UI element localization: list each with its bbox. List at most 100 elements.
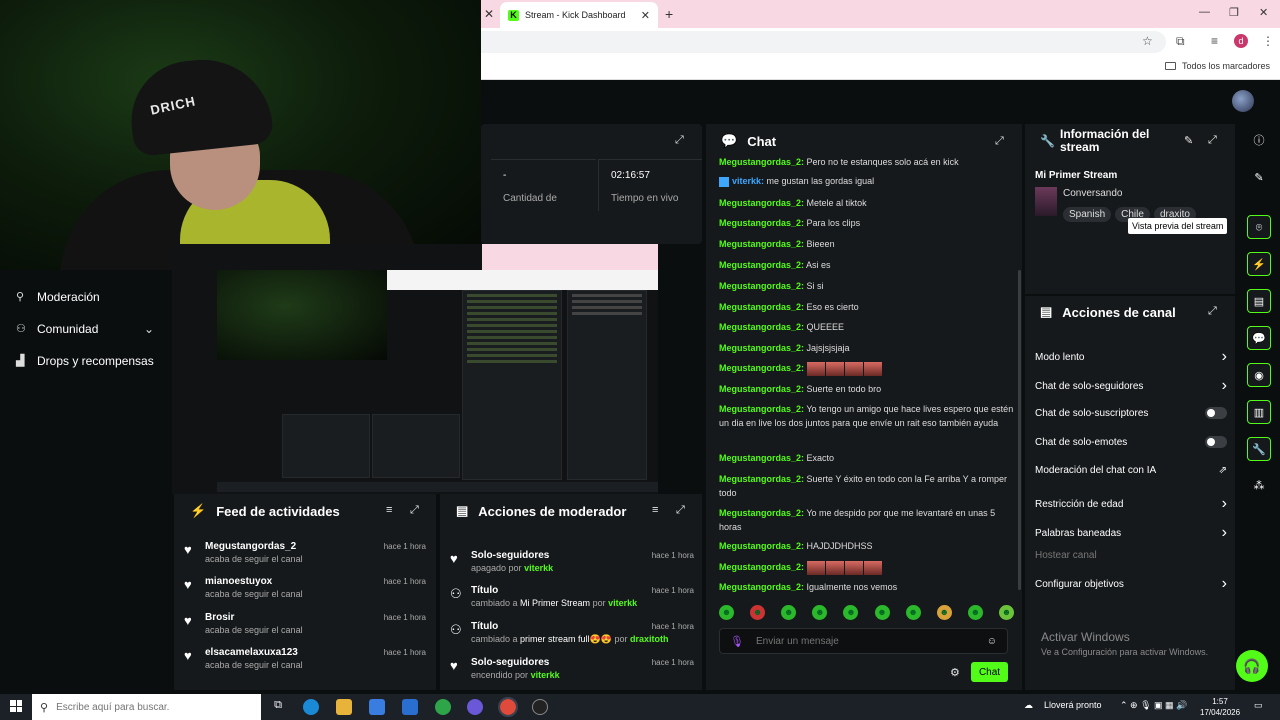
expand-icon[interactable]: ⤢ [1208,134,1217,147]
expand-icon[interactable]: ⤢ [1208,305,1217,318]
chevron-right-icon[interactable]: › [1222,524,1227,542]
mail-icon[interactable] [402,699,418,715]
emote-icon[interactable]: ☻ [905,605,921,620]
new-tab-icon[interactable]: + [665,6,673,22]
chrome-icon[interactable] [498,697,518,717]
edge-icon[interactable] [303,699,319,715]
pencil-icon[interactable]: ✎ [1184,134,1193,147]
toggle-switch[interactable] [1205,407,1227,419]
taskbar-search[interactable]: ⚲ [32,694,261,720]
channel-action-item[interactable]: Chat de solo-suscriptores [1035,407,1227,419]
avatar[interactable] [1232,90,1254,112]
expand-icon[interactable]: ⤢ [410,504,419,517]
emote-icon[interactable]: ☻ [781,605,797,620]
broadcast-icon[interactable]: ◉ [1247,363,1271,387]
chat-username[interactable]: Megustangordas_2: [719,474,804,484]
document-icon[interactable]: ▤ [1247,289,1271,313]
explorer-icon[interactable] [336,699,352,715]
chat-username[interactable]: Megustangordas_2: [719,157,804,167]
notification-icon[interactable]: ▭ [1254,700,1263,711]
extensions-icon[interactable]: ⧉ [1176,34,1185,49]
channel-action-item[interactable]: Moderación del chat con IA ⇗ [1035,465,1227,476]
expand-icon[interactable]: ⤢ [675,134,684,147]
wrench-icon[interactable]: 🔧 [1247,437,1271,461]
channel-action-item[interactable]: Chat de solo-seguidores › [1035,377,1227,395]
obs-icon[interactable] [532,699,548,715]
chat-username[interactable]: Megustangordas_2: [719,322,804,332]
chat-username[interactable]: Megustangordas_2: [719,582,804,592]
chat-username[interactable]: Megustangordas_2: [719,281,804,291]
channel-action-item[interactable]: Chat de solo-emotes [1035,436,1227,448]
windows-start-icon[interactable] [10,700,22,712]
chat-username[interactable]: viterkk: [732,176,764,186]
emote-icon[interactable]: ☻ [812,605,828,620]
channel-action-item[interactable]: Palabras baneadas › [1035,524,1227,542]
tag[interactable]: Spanish [1063,207,1112,222]
emote-icon[interactable]: ☻ [843,605,859,620]
chevron-right-icon[interactable]: › [1222,348,1227,366]
info-icon[interactable]: ⓘ [1247,129,1271,153]
modaction-user[interactable]: viterkk [608,598,637,608]
emote-icon[interactable]: ☻ [719,605,734,620]
sidebar-item-community[interactable]: ⚇ Comunidad [16,322,98,336]
emote-icon[interactable]: ☻ [967,605,983,620]
chat-username[interactable]: Megustangordas_2: [719,198,804,208]
chat-username[interactable]: Megustangordas_2: [719,218,804,228]
close-window-icon[interactable]: ✕ [1259,6,1268,19]
browser-tab-kick[interactable]: K Stream - Kick Dashboard ✕ [500,2,658,28]
modaction-user[interactable]: viterkk [524,563,553,573]
star-icon[interactable]: ☆ [1142,34,1153,48]
restore-icon[interactable]: ❐ [1229,6,1239,19]
task-view-icon[interactable]: ⧉ [270,699,286,715]
tray-icons[interactable]: ⌃ ⊕ 🎙 ▣ ▦ 🔊 [1120,700,1187,711]
layout-icon[interactable]: ▥ [1247,400,1271,424]
weather-text[interactable]: Lloverá pronto [1044,700,1102,710]
modaction-user[interactable]: draxitoth [630,634,669,644]
close-icon[interactable]: ✕ [641,9,650,22]
expand-icon[interactable]: ⤢ [676,504,685,517]
media-icon[interactable]: ≡ [1211,34,1218,48]
modaction-user[interactable]: viterkk [531,670,560,680]
minimize-icon[interactable]: — [1199,6,1210,18]
gear-icon[interactable]: ⚙ [950,666,960,679]
channel-action-item[interactable]: Modo lento › [1035,348,1227,366]
send-chat-button[interactable]: Chat [971,662,1008,682]
all-bookmarks[interactable]: Todos los marcadores [1164,61,1270,71]
pencil-icon[interactable]: ✎ [1247,166,1271,190]
toggle-switch[interactable] [1205,436,1227,448]
chat-scrollbar[interactable] [1018,270,1021,590]
app-icon[interactable] [435,699,451,715]
sidebar-item-moderation[interactable]: ⚲ Moderación [16,290,100,304]
chevron-right-icon[interactable]: › [1222,575,1227,593]
chevron-right-icon[interactable]: › [1222,377,1227,395]
chat-username[interactable]: Megustangordas_2: [719,239,804,249]
chat-username[interactable]: Megustangordas_2: [719,541,804,551]
emote-icon[interactable]: ☻ [998,605,1014,620]
chat-bubble-icon[interactable]: 💬 [1247,326,1271,350]
emote-icon[interactable]: ☻ [874,605,890,620]
emoji-icon[interactable]: ☺ [987,636,997,647]
url-input[interactable] [481,31,1166,53]
filter-icon[interactable]: ≡ [652,504,658,516]
support-icon[interactable]: 🎧 [1236,650,1268,682]
bolt-icon[interactable]: ⚡ [1247,252,1271,276]
chat-username[interactable]: Megustangordas_2: [719,384,804,394]
chevron-down-icon[interactable]: ⌄ [144,322,154,336]
chat-username[interactable]: Megustangordas_2: [719,404,804,414]
filter-icon[interactable]: ≡ [386,504,392,516]
chat-username[interactable]: Megustangordas_2: [719,508,804,518]
chat-input-box[interactable]: 🎙 ☺ [719,628,1008,654]
emote-icon[interactable]: ☻ [750,605,766,620]
store-icon[interactable] [369,699,385,715]
mic-icon[interactable]: 🎙 [730,635,744,648]
more-menu-icon[interactable]: ⋮ [1262,34,1274,48]
app-icon[interactable] [467,699,483,715]
chat-username[interactable]: Megustangordas_2: [719,343,804,353]
search-input[interactable] [56,701,253,713]
chat-username[interactable]: Megustangordas_2: [719,260,804,270]
chat-username[interactable]: Megustangordas_2: [719,363,804,373]
chat-username[interactable]: Megustangordas_2: [719,453,804,463]
sidebar-item-drops[interactable]: ▟ Drops y recompensas [16,354,154,368]
expand-icon[interactable]: ⤢ [995,135,1004,148]
channel-action-item[interactable]: Restricción de edad › [1035,495,1227,513]
